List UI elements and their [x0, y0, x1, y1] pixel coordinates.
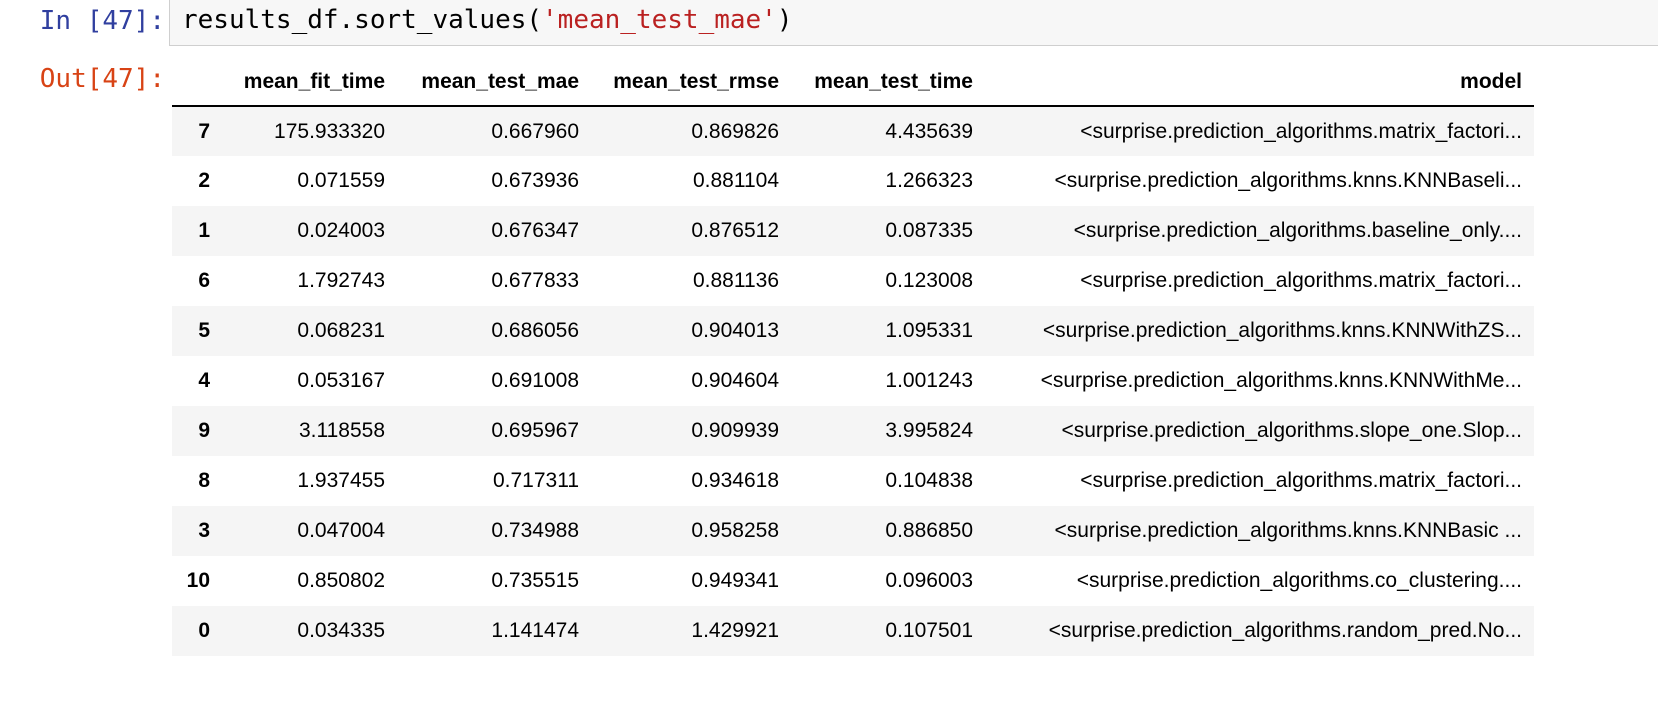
table-row: 10 0.850802 0.735515 0.949341 0.096003 <… [172, 556, 1534, 606]
cell-mean-test-time: 4.435639 [885, 119, 973, 143]
code-line: results_df.sort_values('mean_test_mae') [182, 1, 793, 39]
cell-mean-test-rmse: 0.934618 [691, 469, 779, 492]
cell-mean-test-rmse: 0.958258 [691, 519, 779, 542]
table-body: 7 175.933320 0.667960 0.869826 4.435639 … [172, 106, 1534, 656]
row-index: 7 [198, 119, 210, 143]
cell-mean-test-mae: 0.673936 [491, 169, 579, 192]
cell-mean-test-mae: 0.695967 [491, 419, 579, 442]
cell-mean-test-mae: 0.686056 [491, 319, 579, 342]
code-string-literal: 'mean_test_mae' [542, 5, 777, 35]
cell-model: <surprise.prediction_algorithms.co_clust… [1076, 569, 1522, 592]
cell-mean-fit-time: 0.034335 [297, 619, 385, 642]
cell-model: <surprise.prediction_algorithms.matrix_f… [1080, 469, 1522, 492]
table-row: 2 0.071559 0.673936 0.881104 1.266323 <s… [172, 156, 1534, 206]
code-input-area[interactable]: results_df.sort_values('mean_test_mae') [169, 0, 1658, 46]
table-row: 4 0.053167 0.691008 0.904604 1.001243 <s… [172, 356, 1534, 406]
cell-mean-fit-time: 0.024003 [297, 219, 385, 242]
row-index: 3 [198, 519, 210, 542]
cell-mean-test-rmse: 0.904604 [691, 369, 779, 392]
cell-mean-test-rmse: 0.881136 [692, 269, 779, 292]
cell-mean-fit-time: 1.792743 [297, 269, 385, 292]
cell-mean-test-time: 0.096003 [885, 569, 973, 592]
cell-model: <surprise.prediction_algorithms.knns.KNN… [1042, 319, 1522, 342]
code-prefix: results_df.sort_values( [182, 5, 543, 35]
cell-mean-test-time: 1.095331 [885, 319, 973, 342]
column-header-mean-test-rmse: mean_test_rmse [591, 58, 791, 107]
cell-mean-test-rmse: 0.881104 [692, 169, 779, 192]
row-index: 4 [198, 369, 210, 392]
cell-mean-test-time: 0.886850 [885, 519, 973, 542]
cell-model: <surprise.prediction_algorithms.matrix_f… [1080, 269, 1522, 292]
table-row: 7 175.933320 0.667960 0.869826 4.435639 … [172, 106, 1534, 156]
row-index: 6 [198, 269, 210, 292]
row-index: 5 [198, 319, 210, 342]
cell-mean-test-time: 0.107501 [885, 619, 973, 642]
row-index: 0 [198, 619, 210, 642]
cell-mean-test-mae: 0.717311 [492, 469, 579, 492]
cell-model: <surprise.prediction_algorithms.knns.KNN… [1054, 169, 1522, 192]
cell-mean-fit-time: 175.933320 [274, 119, 385, 143]
cell-mean-test-rmse: 0.869826 [691, 119, 779, 143]
cell-mean-test-time: 0.123008 [885, 269, 973, 292]
index-header [172, 58, 222, 107]
cell-mean-fit-time: 0.850802 [297, 569, 385, 592]
table-row: 1 0.024003 0.676347 0.876512 0.087335 <s… [172, 206, 1534, 256]
cell-model: <surprise.prediction_algorithms.knns.KNN… [1040, 369, 1522, 392]
cell-mean-test-rmse: 0.904013 [691, 319, 779, 342]
table-header: mean_fit_time mean_test_mae mean_test_rm… [172, 58, 1534, 107]
cell-mean-test-mae: 0.667960 [491, 119, 579, 143]
row-index: 1 [198, 219, 210, 242]
column-header-mean-test-mae: mean_test_mae [397, 58, 591, 107]
cell-mean-test-time: 0.104838 [885, 469, 973, 492]
row-index: 10 [186, 569, 210, 592]
cell-mean-fit-time: 3.118558 [298, 419, 385, 442]
cell-mean-test-mae: 0.676347 [491, 219, 579, 242]
row-index: 2 [198, 169, 210, 192]
output-prompt: Out[47]: [39, 64, 165, 94]
dataframe-table: mean_fit_time mean_test_mae mean_test_rm… [172, 58, 1534, 656]
table-row: 9 3.118558 0.695967 0.909939 3.995824 <s… [172, 406, 1534, 456]
cell-model: <surprise.prediction_algorithms.slope_on… [1061, 419, 1522, 442]
cell-mean-fit-time: 0.071559 [297, 169, 385, 192]
cell-model: <surprise.prediction_algorithms.knns.KNN… [1054, 519, 1522, 542]
cell-mean-test-rmse: 0.876512 [691, 219, 779, 242]
column-header-mean-test-time: mean_test_time [791, 58, 985, 107]
row-index: 9 [198, 419, 210, 442]
cell-mean-test-mae: 0.734988 [491, 519, 579, 542]
table-row: 0 0.034335 1.141474 1.429921 0.107501 <s… [172, 606, 1534, 656]
cell-mean-fit-time: 0.053167 [297, 369, 385, 392]
cell-mean-test-mae: 0.677833 [491, 269, 579, 292]
table-row: 5 0.068231 0.686056 0.904013 1.095331 <s… [172, 306, 1534, 356]
cell-mean-fit-time: 1.937455 [297, 469, 385, 492]
cell-mean-test-time: 3.995824 [885, 419, 973, 442]
table-row: 6 1.792743 0.677833 0.881136 0.123008 <s… [172, 256, 1534, 306]
cell-mean-test-mae: 0.691008 [491, 369, 579, 392]
cell-mean-fit-time: 0.047004 [297, 519, 385, 542]
cell-mean-test-mae: 1.141474 [491, 619, 579, 642]
cell-mean-test-rmse: 0.949341 [691, 569, 779, 592]
cell-mean-test-time: 1.001243 [885, 369, 973, 392]
cell-mean-test-time: 0.087335 [885, 219, 973, 242]
cell-model: <surprise.prediction_algorithms.baseline… [1073, 219, 1522, 242]
header-row: mean_fit_time mean_test_mae mean_test_rm… [172, 58, 1534, 107]
row-index: 8 [198, 469, 210, 492]
cell-mean-test-rmse: 0.909939 [691, 419, 779, 442]
input-prompt: In [47]: [39, 6, 165, 36]
cell-model: <surprise.prediction_algorithms.matrix_f… [1080, 119, 1522, 143]
cell-model: <surprise.prediction_algorithms.random_p… [1048, 619, 1522, 642]
column-header-mean-fit-time: mean_fit_time [222, 58, 397, 107]
table-row: 8 1.937455 0.717311 0.934618 0.104838 <s… [172, 456, 1534, 506]
cell-mean-test-mae: 0.735515 [491, 569, 579, 592]
cell-mean-test-time: 1.266323 [885, 169, 973, 192]
code-suffix: ) [776, 5, 793, 35]
cell-mean-fit-time: 0.068231 [297, 319, 385, 342]
column-header-model: model [985, 58, 1534, 107]
cell-mean-test-rmse: 1.429921 [691, 619, 779, 642]
table-row: 3 0.047004 0.734988 0.958258 0.886850 <s… [172, 506, 1534, 556]
